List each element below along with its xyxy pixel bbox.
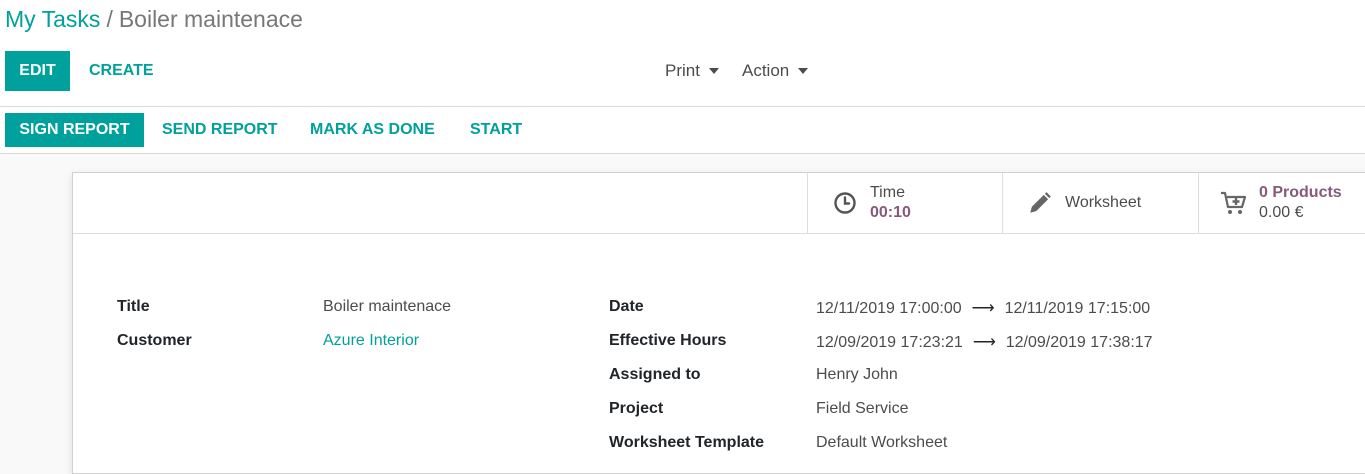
effective-hours-label: Effective Hours — [609, 332, 727, 349]
worksheet-label: Worksheet — [1065, 194, 1142, 211]
products-smart-button[interactable]: 0 Products 0.00 € — [1198, 173, 1365, 233]
effective-hours-range: 12/09/2019 17:23:21 ⟶ 12/09/2019 17:38:17 — [816, 332, 1153, 352]
products-amount: 0.00 € — [1259, 204, 1304, 221]
smart-button-box: Time 00:10 Worksheet 0 Products 0.00 € — [73, 173, 1365, 234]
print-dropdown-label: Print — [665, 61, 700, 80]
assigned-to-label: Assigned to — [609, 366, 701, 383]
date-end: 12/11/2019 17:15:00 — [1004, 300, 1151, 317]
send-report-button[interactable]: SEND REPORT — [162, 113, 278, 147]
caret-down-icon — [798, 68, 809, 74]
time-smart-button[interactable]: Time 00:10 — [807, 173, 1003, 233]
form-sheet: Time 00:10 Worksheet 0 Products 0.00 € T… — [72, 172, 1365, 474]
caret-down-icon — [708, 68, 719, 74]
arrow-right-icon: ⟶ — [972, 334, 996, 351]
worksheet-template-value: Default Worksheet — [816, 434, 948, 451]
start-button[interactable]: START — [470, 113, 522, 147]
project-label: Project — [609, 400, 664, 417]
effective-hours-end: 12/09/2019 17:38:17 — [1005, 334, 1153, 351]
pencil-icon — [1025, 188, 1055, 218]
worksheet-template-label: Worksheet Template — [609, 434, 765, 451]
edit-button[interactable]: EDIT — [5, 51, 70, 91]
project-value: Field Service — [816, 400, 909, 417]
clock-icon — [830, 188, 860, 218]
breadcrumb-separator: / — [106, 6, 113, 32]
title-value: Boiler maintenace — [323, 298, 452, 315]
customer-link[interactable]: Azure Interior — [323, 332, 419, 350]
customer-label: Customer — [117, 332, 192, 349]
cart-plus-icon — [1219, 188, 1249, 218]
form-statusbar: SIGN REPORT SEND REPORT MARK AS DONE STA… — [0, 107, 1365, 154]
mark-as-done-button[interactable]: MARK AS DONE — [310, 113, 435, 147]
breadcrumb-current: Boiler maintenace — [118, 6, 303, 32]
sign-report-button[interactable]: SIGN REPORT — [5, 113, 144, 147]
worksheet-smart-button[interactable]: Worksheet — [1002, 173, 1199, 233]
date-range: 12/11/2019 17:00:00 ⟶ 12/11/2019 17:15:00 — [816, 298, 1150, 318]
control-panel: My Tasks / Boiler maintenace EDIT CREATE P… — [0, 0, 1365, 107]
arrow-right-icon: ⟶ — [971, 300, 995, 317]
time-label: Time — [870, 184, 905, 201]
action-dropdown-label: Action — [742, 61, 790, 80]
action-dropdown[interactable]: Action — [742, 51, 809, 91]
date-label: Date — [609, 298, 644, 315]
time-value: 00:10 — [870, 204, 911, 221]
assigned-to-value: Henry John — [816, 366, 898, 383]
effective-hours-start: 12/09/2019 17:23:21 — [816, 334, 963, 351]
date-start: 12/11/2019 17:00:00 — [816, 300, 962, 317]
create-button[interactable]: CREATE — [89, 51, 154, 91]
title-label: Title — [117, 298, 150, 315]
print-dropdown[interactable]: Print — [665, 51, 719, 91]
breadcrumb-my-tasks-link[interactable]: My Tasks — [5, 6, 100, 32]
products-count-label: 0 Products — [1259, 184, 1342, 201]
breadcrumb: My Tasks / Boiler maintenace — [5, 6, 303, 33]
